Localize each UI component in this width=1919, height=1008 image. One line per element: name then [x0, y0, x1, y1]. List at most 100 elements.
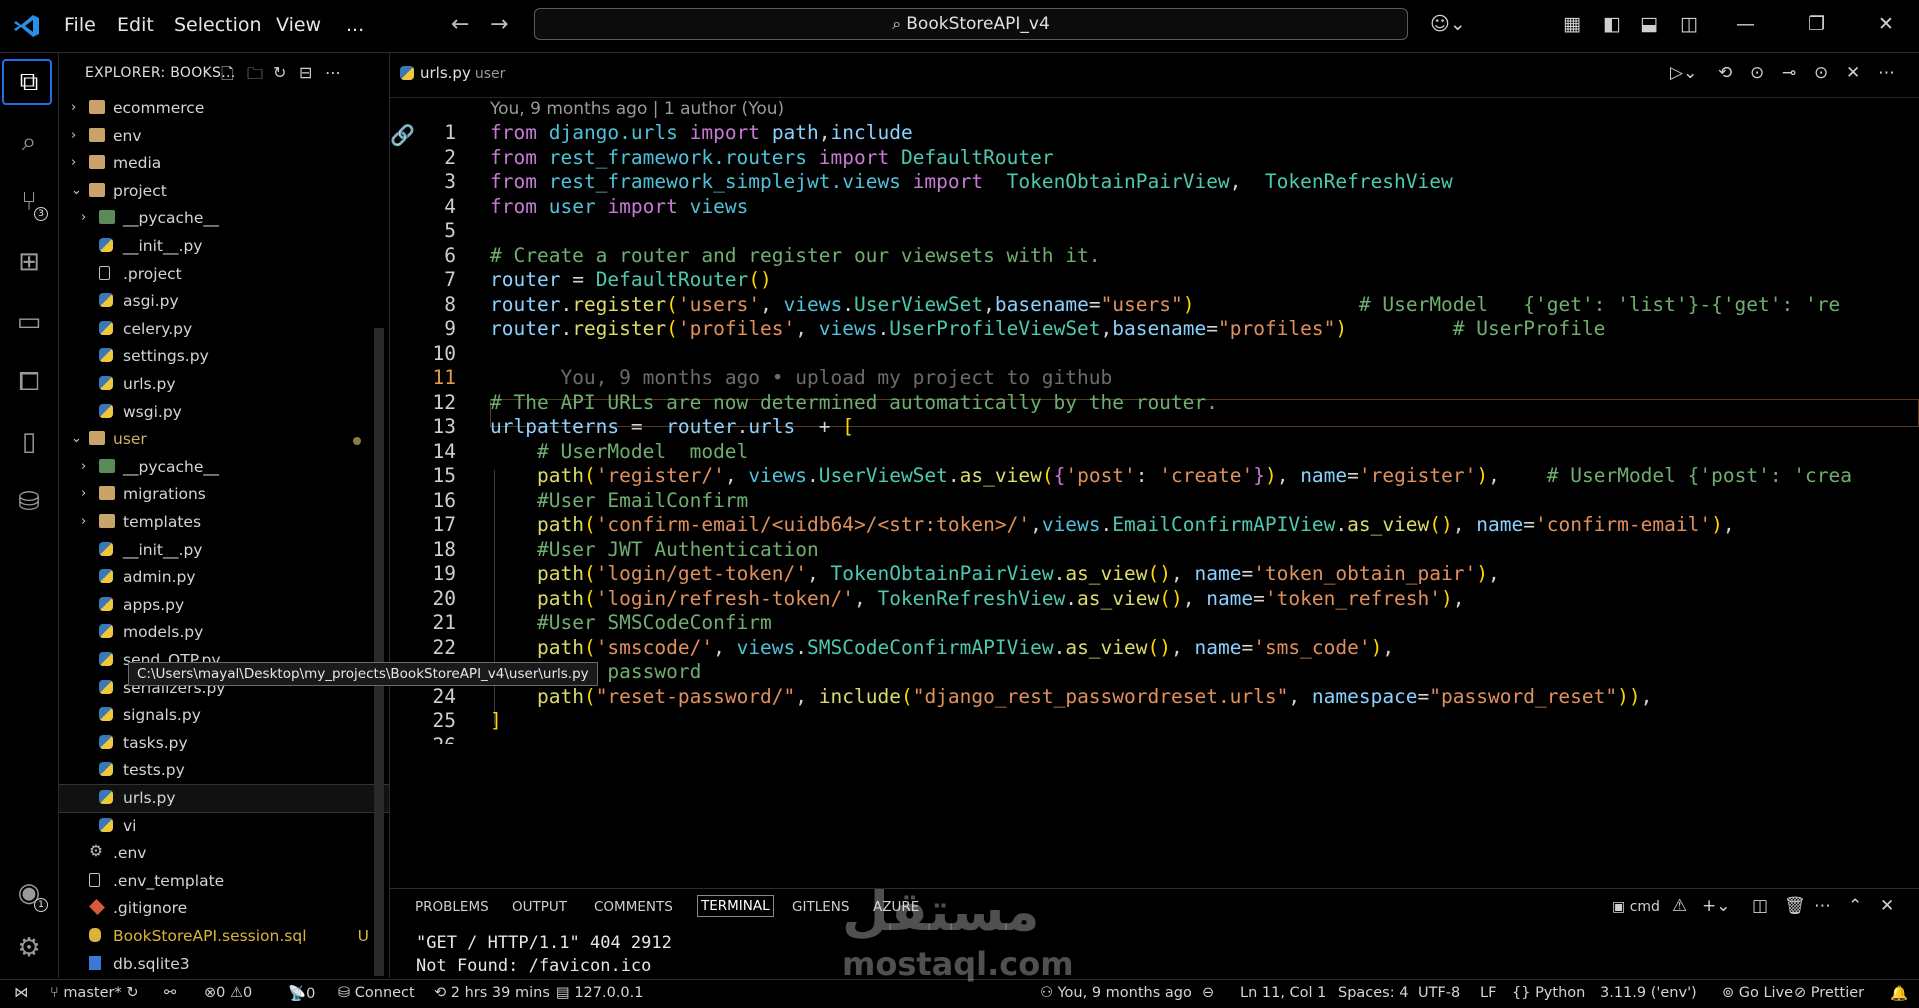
- tab-comments[interactable]: COMMENTS: [594, 899, 673, 915]
- new-file-icon[interactable]: 🗋: [221, 63, 234, 90]
- editor-more-icon[interactable]: ⋯: [1878, 63, 1895, 83]
- zoom-icon[interactable]: ⊖: [1202, 985, 1214, 1001]
- minimize-icon[interactable]: —: [1736, 13, 1755, 35]
- tree-item[interactable]: asgi.py: [59, 288, 389, 315]
- menu-view[interactable]: View: [276, 14, 321, 36]
- extensions-activity[interactable]: ⊞: [0, 237, 58, 287]
- tree-item[interactable]: urls.py: [59, 784, 389, 813]
- tree-item[interactable]: .project: [59, 261, 389, 288]
- tab-gitlens[interactable]: GITLENS: [792, 899, 849, 915]
- chevron-right-icon[interactable]: ›: [81, 210, 86, 225]
- branch-status[interactable]: ⑂ master* ↻: [50, 985, 138, 1001]
- compare-next-icon[interactable]: ⊙: [1814, 63, 1828, 83]
- tree-item[interactable]: ⚙ .env: [59, 840, 389, 867]
- command-center-search[interactable]: ⌕ BookStoreAPI_v4: [534, 8, 1408, 40]
- tree-item[interactable]: wsgi.py: [59, 399, 389, 426]
- tree-item[interactable]: › migrations: [59, 481, 389, 508]
- split-terminal-icon[interactable]: ◫: [1752, 896, 1768, 916]
- tree-item[interactable]: .gitignore: [59, 895, 389, 922]
- tree-item[interactable]: ⌄ user: [59, 426, 389, 453]
- layout-customize-icon[interactable]: ▦: [1563, 13, 1581, 35]
- tree-item[interactable]: › ecommerce: [59, 95, 389, 122]
- problems-status[interactable]: ⊗0 ⚠0: [204, 985, 252, 1001]
- connect-status[interactable]: ⛁ Connect: [338, 985, 415, 1001]
- search-activity[interactable]: ⌕: [0, 117, 58, 167]
- timeline-icon[interactable]: ⟲: [1718, 63, 1732, 83]
- new-terminal-icon[interactable]: +⌄: [1702, 896, 1731, 916]
- notifications-icon[interactable]: 🔔: [1890, 985, 1908, 1002]
- mobile-activity[interactable]: ▯: [0, 417, 58, 467]
- tree-item[interactable]: › media: [59, 150, 389, 177]
- forward-button[interactable]: →: [490, 12, 508, 37]
- remote-explorer-activity[interactable]: ▭: [0, 297, 58, 347]
- back-button[interactable]: ←: [451, 12, 469, 37]
- warning-icon[interactable]: ⚠: [1672, 896, 1687, 916]
- tabs-activity[interactable]: ⧠: [0, 357, 58, 407]
- tree-item[interactable]: models.py: [59, 619, 389, 646]
- copilot-icon[interactable]: ☺⌄: [1430, 13, 1466, 35]
- tree-item[interactable]: tests.py: [59, 757, 389, 784]
- tree-item[interactable]: __init__.py: [59, 233, 389, 260]
- explorer-activity[interactable]: ⧉: [0, 57, 58, 107]
- tree-item[interactable]: BookStoreAPI.session.sql U: [59, 923, 389, 950]
- menu-more[interactable]: ...: [346, 14, 364, 36]
- tree-item[interactable]: › __pycache__: [59, 454, 389, 481]
- close-panel-icon[interactable]: ✕: [1880, 896, 1894, 916]
- explorer-scrollbar[interactable]: [374, 328, 384, 976]
- tree-item[interactable]: admin.py: [59, 564, 389, 591]
- eol[interactable]: LF: [1480, 985, 1496, 1001]
- encoding[interactable]: UTF-8: [1418, 985, 1460, 1001]
- tree-item[interactable]: settings.py: [59, 343, 389, 370]
- maximize-panel-icon[interactable]: ⌃: [1848, 896, 1862, 916]
- codelens-blame[interactable]: You, 9 months ago | 1 author (You): [490, 99, 784, 119]
- terminal-shell-selector[interactable]: ▣ cmd: [1612, 899, 1660, 915]
- tree-item[interactable]: __init__.py: [59, 537, 389, 564]
- chevron-right-icon[interactable]: ›: [81, 459, 86, 474]
- tree-item[interactable]: signals.py: [59, 702, 389, 729]
- tree-item[interactable]: apps.py: [59, 592, 389, 619]
- chevron-right-icon[interactable]: ›: [81, 514, 86, 529]
- chevron-right-icon[interactable]: ›: [71, 128, 76, 143]
- tree-item[interactable]: › env: [59, 123, 389, 150]
- more-actions-icon[interactable]: ⋯: [325, 63, 341, 82]
- tree-item[interactable]: celery.py: [59, 316, 389, 343]
- toggle-sidebar-icon[interactable]: ◧: [1603, 13, 1621, 35]
- menu-selection[interactable]: Selection: [174, 14, 262, 36]
- toggle-secondary-sidebar-icon[interactable]: ◫: [1680, 13, 1698, 35]
- menu-edit[interactable]: Edit: [117, 14, 154, 36]
- tree-item[interactable]: db.sqlite3: [59, 951, 389, 978]
- tree-item[interactable]: › templates: [59, 509, 389, 536]
- database-activity[interactable]: ⛁: [0, 477, 58, 527]
- go-live[interactable]: ⊚ Go Live: [1722, 985, 1793, 1001]
- menu-file[interactable]: File: [64, 14, 96, 36]
- diff-icon[interactable]: ✕: [1846, 63, 1860, 83]
- cursor-position[interactable]: Ln 11, Col 1: [1240, 985, 1326, 1001]
- close-window-icon[interactable]: ✕: [1878, 13, 1894, 35]
- tab-output[interactable]: OUTPUT: [512, 899, 567, 915]
- remote-icon[interactable]: ⋈: [14, 985, 29, 1001]
- chevron-down-icon[interactable]: ⌄: [71, 183, 82, 198]
- tab-azure[interactable]: AZURE: [873, 899, 919, 915]
- blame-status[interactable]: ⚇ You, 9 months ago: [1040, 985, 1192, 1001]
- tab-urls-py[interactable]: urls.py user: [400, 64, 505, 82]
- time-status[interactable]: ⟲ 2 hrs 39 mins: [434, 985, 550, 1001]
- tree-item[interactable]: vi: [59, 813, 389, 840]
- tree-item[interactable]: tasks.py: [59, 730, 389, 757]
- language-mode[interactable]: {} Python: [1512, 985, 1585, 1001]
- tree-item[interactable]: ⌄ project: [59, 178, 389, 205]
- tree-item[interactable]: urls.py: [59, 371, 389, 398]
- chevron-right-icon[interactable]: ›: [71, 155, 76, 170]
- gitlens-icon[interactable]: ⚯: [164, 985, 176, 1001]
- tab-terminal[interactable]: TERMINAL: [697, 895, 774, 917]
- accounts-activity[interactable]: ◉ 1: [0, 868, 58, 918]
- chevron-down-icon[interactable]: ⌄: [71, 431, 82, 446]
- prettier-status[interactable]: ⊘ Prettier: [1794, 985, 1864, 1001]
- new-folder-icon[interactable]: 🗀: [247, 63, 263, 90]
- compare-previous-icon[interactable]: ⊙: [1750, 63, 1764, 83]
- python-interpreter[interactable]: 3.11.9 ('env'): [1600, 985, 1697, 1001]
- indentation[interactable]: Spaces: 4: [1338, 985, 1408, 1001]
- trash-icon[interactable]: 🗑: [1784, 896, 1806, 916]
- manage-activity[interactable]: ⚙: [0, 923, 58, 973]
- ports-status[interactable]: 📡0: [288, 985, 315, 1002]
- refresh-icon[interactable]: ↻: [273, 63, 286, 82]
